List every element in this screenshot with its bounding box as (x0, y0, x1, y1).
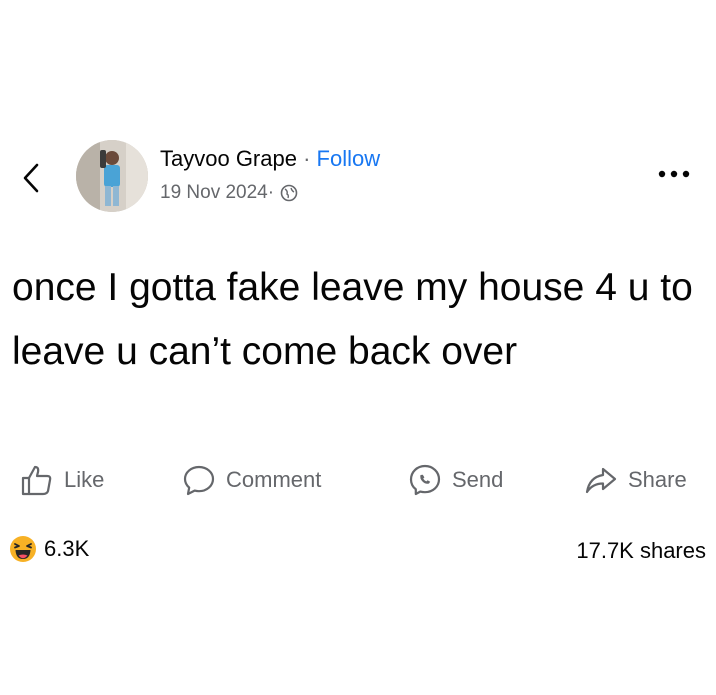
send-label: Send (452, 467, 504, 492)
globe-icon (280, 184, 298, 202)
author-name[interactable]: Tayvoo Grape (160, 146, 297, 171)
thumbs-up-icon (21, 465, 52, 496)
messenger-icon (409, 464, 441, 496)
meta-separator: · (267, 182, 275, 203)
back-button[interactable] (16, 158, 46, 198)
post-date[interactable]: 19 Nov 2024 (160, 182, 268, 204)
share-arrow-icon (585, 467, 617, 494)
comment-button[interactable]: Comment (182, 458, 321, 502)
follow-button[interactable]: Follow (317, 146, 381, 171)
more-dots-icon (658, 170, 690, 178)
more-options-button[interactable] (654, 164, 694, 184)
reaction-count: 6.3K (44, 536, 90, 561)
separator-dot: · (296, 146, 317, 171)
action-bar: Like Comment Send Share (0, 458, 716, 502)
comment-bubble-icon (183, 465, 215, 496)
haha-reaction-icon (10, 536, 36, 562)
like-label: Like (64, 467, 105, 492)
stats-row: 6.3K 17.7K shares (0, 534, 716, 570)
shares-count[interactable]: 17.7K shares (576, 538, 706, 564)
comment-label: Comment (226, 467, 322, 492)
reaction-summary[interactable]: 6.3K (8, 534, 89, 564)
like-button[interactable]: Like (20, 458, 104, 502)
send-button[interactable]: Send (408, 458, 503, 502)
post-text: once I gotta fake leave my house 4 u to … (12, 266, 693, 373)
post-meta: 19 Nov 2024 · (160, 182, 298, 204)
share-button[interactable]: Share (584, 458, 687, 502)
avatar[interactable] (76, 140, 148, 212)
share-label: Share (628, 467, 687, 492)
chevron-left-icon (23, 163, 39, 193)
author-line: Tayvoo Grape · Follow (160, 146, 380, 172)
